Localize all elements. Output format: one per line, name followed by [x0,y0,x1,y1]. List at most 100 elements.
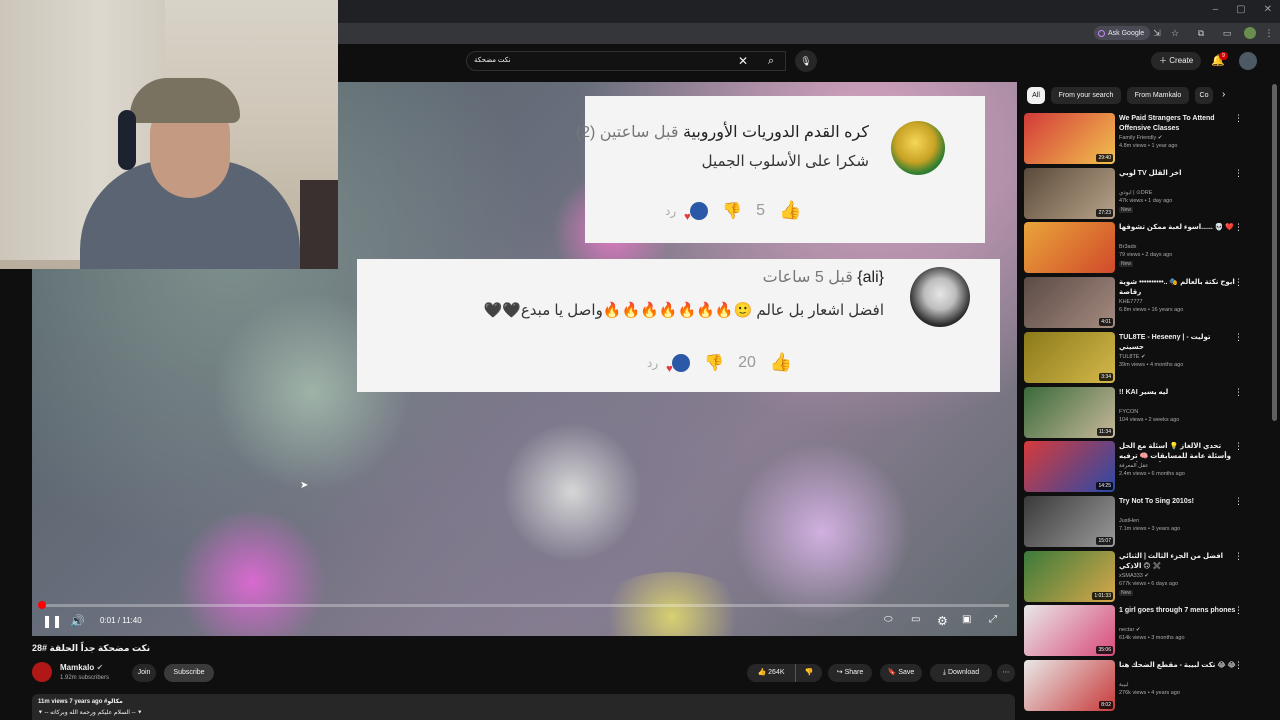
more-options-icon[interactable]: ⋮ [1234,551,1243,562]
pause-icon[interactable]: ❚❚ [42,614,62,628]
video-channel[interactable]: KHE7777 [1119,299,1143,305]
chip-all[interactable]: All [1027,87,1045,104]
subscribe-button[interactable]: Subscribe [164,664,214,682]
channel-avatar[interactable] [32,662,52,682]
ask-google-button[interactable]: Ask Google [1094,26,1151,40]
search-icon[interactable]: ⌕ [758,51,784,71]
clear-search-icon[interactable]: ✕ [738,54,748,68]
video-channel[interactable]: TUL8TE ✔ [1119,354,1146,360]
share-button[interactable]: ↪ Share [828,664,872,682]
video-channel[interactable]: Family Friendly ✔ [1119,135,1162,141]
settings-gear-icon[interactable]: ⚙ [937,614,948,628]
download-button[interactable]: ⤓ Download [930,664,992,682]
video-title[interactable]: لوبي TV آخر القلل [1119,169,1236,179]
chevron-right-icon[interactable]: › [1222,89,1225,100]
video-channel[interactable]: عقل المعرفة [1119,463,1148,469]
video-title[interactable]: اسوء لعبة ممكن تشوفها...... 💀 ❤️ [1119,223,1236,233]
recommendation-item[interactable]: 14:25 تحدي الألغاز 💡 أسئلة مع الحل وأسئلة… [1024,441,1252,493]
video-title[interactable]: 1 girl goes through 7 mens phones [1119,606,1236,616]
extensions-icon[interactable]: ⧉ [1196,28,1206,38]
video-title[interactable]: تحدي الألغاز 💡 أسئلة مع الحل وأسئلة عامة… [1119,442,1236,462]
chip-more[interactable]: Co [1195,87,1213,104]
video-title[interactable]: Try Not To Sing 2010s! [1119,497,1236,507]
user-avatar[interactable] [1239,52,1257,70]
recommendation-item[interactable]: 35:06 1 girl goes through 7 mens phones ne… [1024,605,1252,657]
recommendation-item[interactable]: 3:34 TUL8TE - Heseeny | توليت - حسيني TUL8… [1024,331,1252,384]
recommendation-item[interactable]: 8:02 نكت لبيبة - مقطع الضحك هنا 😂 😂 لبيبة 2… [1024,660,1252,712]
miniplayer-icon[interactable]: ▣ [962,614,971,625]
save-button[interactable]: 🔖 Save [880,664,922,682]
video-title[interactable]: نكت لبيبة - مقطع الضحك هنا 😂 😂 [1119,661,1236,671]
progress-bar[interactable] [40,604,1009,607]
more-options-icon[interactable]: ⋮ [1234,222,1243,233]
browser-profile-avatar[interactable] [1244,27,1256,39]
join-button[interactable]: Join [132,664,156,682]
video-thumbnail[interactable]: 8:02 [1024,660,1115,711]
channel-name[interactable]: Mamkalo ✔ [60,663,103,672]
recommendation-item[interactable]: 27:23 لوبي TV آخر القلل ابودي | ⊙DRE 47k vi… [1024,167,1252,220]
video-channel[interactable]: JustHen [1119,518,1139,524]
video-thumbnail[interactable]: 11:34 [1024,386,1115,438]
video-thumbnail[interactable]: 35:06 [1024,605,1115,657]
video-channel[interactable]: FYCON [1119,409,1138,415]
autoplay-toggle-icon[interactable]: ⬭ [884,614,893,625]
more-options-icon[interactable]: ⋮ [1234,605,1243,616]
close-window-button[interactable]: ✕ [1264,4,1272,15]
more-options-icon[interactable]: ⋮ [1234,277,1243,288]
chip-from-channel[interactable]: From Mamkalo [1127,87,1189,104]
video-title[interactable]: افضل من الجزء الثالث | الثنائي الاذكي 🙃 … [1119,552,1236,572]
video-thumbnail[interactable]: 14:25 [1024,441,1115,493]
bookmark-star-icon[interactable]: ☆ [1170,28,1180,38]
video-title[interactable]: !! KAI ليه يسير [1119,388,1236,398]
recommendation-item[interactable]: 4:01 ابوح نكتة بالعالم 🎭 ..•••••••••• شوي… [1024,277,1252,329]
browser-menu-icon[interactable]: ⋮ [1264,28,1274,38]
video-thumbnail[interactable] [1024,222,1115,274]
video-thumbnail[interactable]: 27:23 [1024,167,1115,219]
video-channel[interactable]: xSMA333 ✔ [1119,573,1149,579]
microphone-icon[interactable]: 🎙 [795,50,817,72]
progress-scrubber[interactable] [38,601,46,609]
more-options-icon[interactable]: ⋮ [1234,113,1243,124]
comment-author: {ali} [857,269,884,286]
recommendation-item[interactable]: اسوء لعبة ممكن تشوفها...... 💀 ❤️ Br3adx 79… [1024,222,1252,274]
minimize-button[interactable]: – [1213,4,1219,15]
video-channel[interactable]: ابودي | ⊙DRE [1119,190,1152,196]
more-options-icon[interactable]: ⋮ [1234,660,1243,671]
recommendation-item[interactable]: 15:07 Try Not To Sing 2010s! JustHen 7.1m v… [1024,495,1252,548]
video-title[interactable]: TUL8TE - Heseeny | توليت - حسيني [1119,333,1236,353]
video-thumbnail[interactable]: 15:07 [1024,495,1115,547]
maximize-button[interactable]: ▢ [1236,4,1245,15]
video-thumbnail[interactable]: 29:40 [1024,113,1115,164]
video-channel[interactable]: لبيبة [1119,682,1129,688]
more-options-icon[interactable]: ⋮ [1234,496,1243,507]
create-button[interactable]: ＋ Create [1151,52,1202,70]
video-thumbnail[interactable]: 4:01 [1024,277,1115,329]
more-options-icon[interactable]: ⋮ [1234,387,1243,398]
volume-icon[interactable]: 🔊 [70,614,85,628]
video-channel[interactable]: nectar ✔ [1119,627,1140,633]
video-title[interactable]: ابوح نكتة بالعالم 🎭 ..•••••••••• شوية رق… [1119,278,1236,298]
description-box[interactable] [32,694,1015,720]
more-options-icon[interactable]: ⋮ [1234,441,1243,452]
chip-from-your-search[interactable]: From your search [1051,87,1121,104]
recommendation-item[interactable]: 29:40 We Paid Strangers To Attend Offensi… [1024,113,1252,165]
scrollbar[interactable] [1272,84,1277,421]
video-thumbnail[interactable]: 3:34 [1024,331,1115,383]
video-thumbnail[interactable]: 1:01:33 [1024,550,1115,602]
video-like-button[interactable]: 👍 264K [747,664,795,682]
video-channel[interactable]: Br3adx [1119,244,1136,250]
thumbs-down-icon[interactable]: 👎 [795,664,822,682]
install-app-icon[interactable]: ⇲ [1152,28,1162,38]
video-title[interactable]: We Paid Strangers To Attend Offensive Cl… [1119,114,1236,134]
more-options-icon[interactable]: ⋮ [1234,332,1243,343]
more-options-icon[interactable]: ⋮ [1234,168,1243,179]
subtitles-icon[interactable]: ▭ [911,614,920,625]
fullscreen-icon[interactable]: ⤢ [989,614,997,625]
video-duration: 8:02 [1099,701,1113,709]
webcam-headphone [118,110,136,170]
more-actions-icon[interactable]: ⋯ [997,664,1015,682]
recommendation-item[interactable]: 1:01:33 افضل من الجزء الثالث | الثنائي ال… [1024,550,1252,603]
tab-search-icon[interactable]: ▭ [1222,28,1232,38]
recommendation-item[interactable]: 11:34 !! KAI ليه يسير FYCON 104 views • 2 w… [1024,386,1252,439]
like-icon: 👍 [778,200,802,220]
